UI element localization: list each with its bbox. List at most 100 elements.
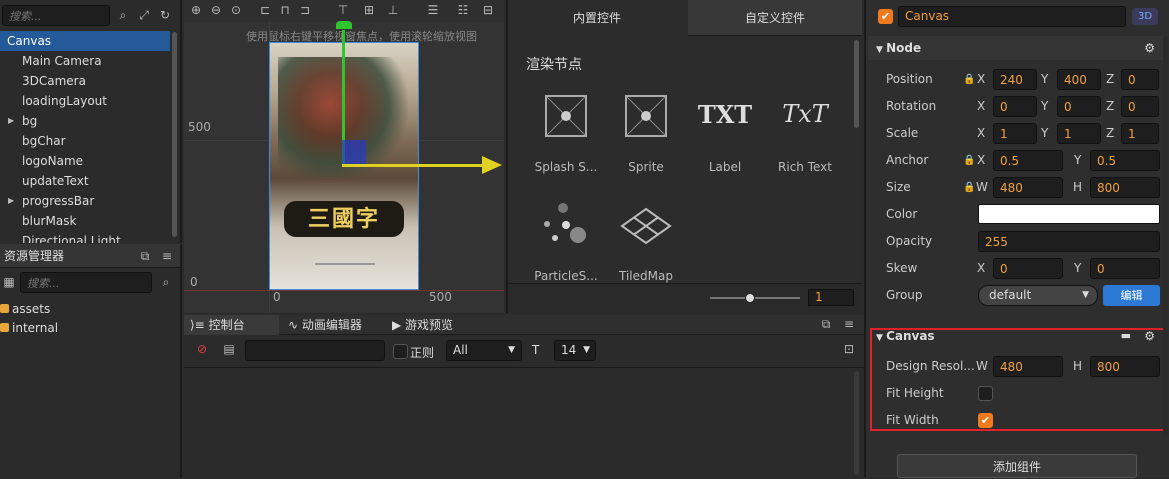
anchor-y-input[interactable]: 0.5 xyxy=(1090,150,1160,171)
fit-height-checkbox[interactable] xyxy=(978,386,993,401)
expand-arrow-icon[interactable]: ▶ xyxy=(8,191,14,211)
zoom-slider-track[interactable] xyxy=(710,297,800,299)
align-middle-icon[interactable]: ⊞ xyxy=(360,3,378,17)
position-z-input[interactable]: 0 xyxy=(1121,69,1159,90)
rotation-z-input[interactable]: 0 xyxy=(1121,96,1159,117)
add-component-button[interactable]: 添加组件 xyxy=(897,454,1137,478)
tree-item-main-camera[interactable]: Main Camera xyxy=(0,51,170,71)
tab-custom-widgets[interactable]: 自定义控件 xyxy=(688,0,862,36)
canvas-section-header[interactable]: ▼ Canvas ▬ ⚙ xyxy=(868,324,1167,348)
position-x-input[interactable]: 240 xyxy=(993,69,1037,90)
tree-item-progressbar[interactable]: ▶ progressBar xyxy=(0,191,170,211)
tab-game-preview[interactable]: ▶ 游戏预览 xyxy=(392,315,453,335)
zoom-slider-thumb[interactable] xyxy=(745,293,755,303)
gizmo-y-handle-icon[interactable] xyxy=(336,21,352,29)
zoom-input[interactable]: 1 xyxy=(808,289,854,306)
refresh-icon[interactable]: ↻ xyxy=(156,8,174,22)
zoom-reset-icon[interactable]: ⊙ xyxy=(227,3,245,17)
popout-icon[interactable]: ⧉ xyxy=(817,317,835,332)
anchor-x-input[interactable]: 0.5 xyxy=(993,150,1063,171)
rich-text-icon[interactable]: TxT xyxy=(773,100,837,128)
distribute-h-icon[interactable]: ☷ xyxy=(454,3,472,17)
align-top-icon[interactable]: ⊤ xyxy=(334,3,352,17)
label-icon[interactable]: TXT xyxy=(694,100,756,129)
rotation-x-input[interactable]: 0 xyxy=(993,96,1037,117)
hierarchy-search-input[interactable]: 搜索... xyxy=(2,5,110,26)
lock-icon[interactable]: 🔒 xyxy=(963,74,975,85)
regex-checkbox[interactable] xyxy=(393,344,408,359)
tree-item-updatetext[interactable]: updateText xyxy=(0,171,170,191)
align-right-icon[interactable]: ⊐ xyxy=(296,3,314,17)
expand-icon[interactable]: ⤢ xyxy=(135,8,153,23)
skew-x-input[interactable]: 0 xyxy=(993,258,1063,279)
tree-item-canvas[interactable]: Canvas xyxy=(0,31,170,51)
position-y-input[interactable]: 400 xyxy=(1057,69,1101,90)
tree-item-logoname[interactable]: logoName xyxy=(0,151,170,171)
particle-icon[interactable] xyxy=(540,203,590,249)
node-active-checkbox[interactable]: ✔ xyxy=(878,9,893,24)
align-bottom-icon[interactable]: ⊥ xyxy=(384,3,402,17)
distribute-v-icon[interactable]: ☰ xyxy=(424,3,442,17)
sprite-icon[interactable] xyxy=(625,95,667,137)
clear-icon[interactable]: ⊘ xyxy=(193,342,211,356)
log-file-icon[interactable]: ▤ xyxy=(220,342,238,356)
align-center-h-icon[interactable]: ⊓ xyxy=(276,3,294,17)
skew-y-input[interactable]: 0 xyxy=(1090,258,1160,279)
tree-item-bgchar[interactable]: bgChar xyxy=(0,131,170,151)
inspector-scrollbar[interactable] xyxy=(1163,36,1168,436)
tree-item-bg[interactable]: ▶ bg xyxy=(0,111,170,131)
help-book-icon[interactable]: ▬ xyxy=(1121,324,1131,348)
search-icon[interactable]: ⌕ xyxy=(157,275,175,290)
edit-group-button[interactable]: 编辑 xyxy=(1103,285,1160,306)
asset-item-assets[interactable]: assets xyxy=(0,300,50,318)
gear-icon[interactable]: ⚙ xyxy=(1144,36,1155,60)
color-swatch[interactable] xyxy=(978,204,1160,224)
gizmo-x-axis[interactable] xyxy=(342,164,487,167)
design-height-input[interactable]: 800 xyxy=(1090,356,1160,377)
zoom-out-icon[interactable]: ⊖ xyxy=(207,3,225,17)
search-icon[interactable]: ⌕ xyxy=(114,8,132,23)
lock-icon[interactable]: 🔒 xyxy=(963,182,975,193)
distribute-icon[interactable]: ⊟ xyxy=(479,3,497,17)
gizmo-x-arrow-icon[interactable] xyxy=(482,156,502,174)
group-select[interactable]: default ▼ xyxy=(978,285,1098,306)
widgets-scrollbar[interactable] xyxy=(854,40,859,128)
tiledmap-icon[interactable] xyxy=(620,207,672,248)
collapse-icon[interactable]: ⊡ xyxy=(840,342,858,356)
lock-icon[interactable]: 🔒 xyxy=(963,155,975,166)
opacity-input[interactable]: 255 xyxy=(978,231,1160,252)
gizmo-center-handle[interactable] xyxy=(342,140,366,164)
align-left-icon[interactable]: ⊏ xyxy=(256,3,274,17)
scene-panel[interactable]: ⊕ ⊖ ⊙ ⊏ ⊓ ⊐ ⊤ ⊞ ⊥ ☰ ☷ ⊟ 使用鼠标右键平移视窗焦点，使用滚… xyxy=(184,0,504,313)
design-width-input[interactable]: 480 xyxy=(993,356,1063,377)
tab-builtin-widgets[interactable]: 内置控件 xyxy=(508,0,686,36)
menu-icon[interactable]: ≡ xyxy=(158,244,176,268)
rotation-y-input[interactable]: 0 xyxy=(1057,96,1101,117)
tree-item-3dcamera[interactable]: 3DCamera xyxy=(0,71,170,91)
scale-y-input[interactable]: 1 xyxy=(1057,123,1101,144)
splash-sprite-icon[interactable] xyxy=(545,95,587,137)
hierarchy-scrollbar[interactable] xyxy=(172,32,177,237)
gear-icon[interactable]: ⚙ xyxy=(1144,324,1155,348)
expand-arrow-icon[interactable]: ▶ xyxy=(8,111,14,131)
grid-icon[interactable]: ▦ xyxy=(0,275,18,289)
log-level-select[interactable]: All ▼ xyxy=(446,340,522,361)
tree-item-directional-light[interactable]: Directional Light xyxy=(0,231,170,243)
fit-width-checkbox[interactable]: ✔ xyxy=(978,413,993,428)
console-filter-input[interactable] xyxy=(245,340,385,361)
font-size-select[interactable]: 14 ▼ xyxy=(554,340,596,361)
size-height-input[interactable]: 800 xyxy=(1090,177,1160,198)
zoom-in-icon[interactable]: ⊕ xyxy=(187,3,205,17)
tree-item-loadinglayout[interactable]: loadingLayout xyxy=(0,91,170,111)
scale-z-input[interactable]: 1 xyxy=(1121,123,1159,144)
node-section-header[interactable]: ▼ Node ⚙ xyxy=(868,36,1167,60)
tab-console[interactable]: ⟩≡ 控制台 xyxy=(184,315,279,335)
assets-search-input[interactable]: 搜索... xyxy=(20,272,152,293)
scale-x-input[interactable]: 1 xyxy=(993,123,1037,144)
menu-icon[interactable]: ≡ xyxy=(840,317,858,331)
toggle-3d-button[interactable]: 3D xyxy=(1132,8,1158,25)
console-scrollbar[interactable] xyxy=(854,371,859,475)
popout-icon[interactable]: ⧉ xyxy=(136,244,154,268)
node-name-input[interactable]: Canvas xyxy=(898,6,1126,27)
tab-animation-editor[interactable]: ∿ 动画编辑器 xyxy=(288,315,362,335)
